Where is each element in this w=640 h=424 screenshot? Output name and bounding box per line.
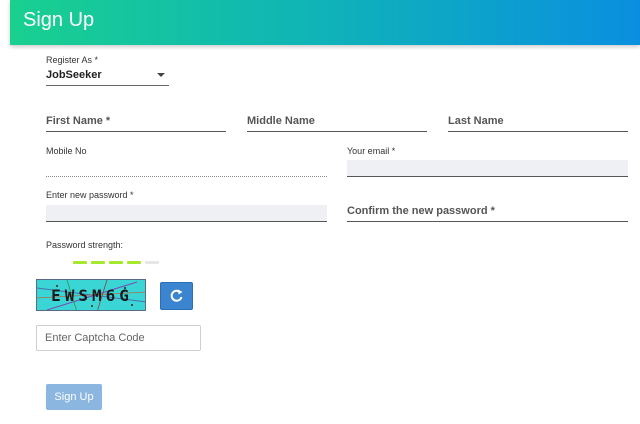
- email-field[interactable]: [347, 160, 628, 177]
- password-strength-segment: [145, 261, 159, 264]
- register-as-value: JobSeeker: [46, 69, 102, 81]
- captcha-image: EWSM6G: [36, 279, 146, 311]
- mobile-field[interactable]: [46, 160, 327, 177]
- password-strength-segment: [109, 261, 123, 264]
- chevron-down-icon: [157, 73, 165, 77]
- new-password-field[interactable]: [46, 205, 327, 222]
- password-strength-label: Password strength:: [46, 240, 124, 250]
- sign-up-button[interactable]: Sign Up: [46, 384, 102, 410]
- mobile-label: Mobile No: [46, 146, 87, 156]
- register-as-label: Register As *: [46, 55, 99, 65]
- first-name-field[interactable]: First Name *: [46, 112, 226, 132]
- refresh-captcha-button[interactable]: [160, 282, 193, 310]
- page-header: Sign Up: [10, 0, 640, 45]
- confirm-password-field[interactable]: Confirm the new password *: [347, 202, 628, 222]
- confirm-password-label: Confirm the new password *: [347, 205, 495, 217]
- middle-name-label: Middle Name: [247, 115, 315, 127]
- captcha-input[interactable]: [36, 325, 201, 351]
- first-name-label: First Name *: [46, 115, 111, 127]
- page-title: Sign Up: [23, 9, 95, 31]
- refresh-icon: [170, 289, 183, 302]
- register-as-select[interactable]: JobSeeker: [46, 66, 169, 86]
- captcha-text: EWSM6G: [51, 286, 133, 305]
- password-strength-segment: [73, 261, 87, 264]
- new-password-label: Enter new password *: [46, 190, 134, 200]
- password-strength-segment: [127, 261, 141, 264]
- middle-name-field[interactable]: Middle Name: [247, 112, 427, 132]
- password-strength-segment: [91, 261, 105, 264]
- last-name-field[interactable]: Last Name: [448, 112, 628, 132]
- email-label: Your email *: [347, 146, 396, 156]
- last-name-label: Last Name: [448, 115, 504, 127]
